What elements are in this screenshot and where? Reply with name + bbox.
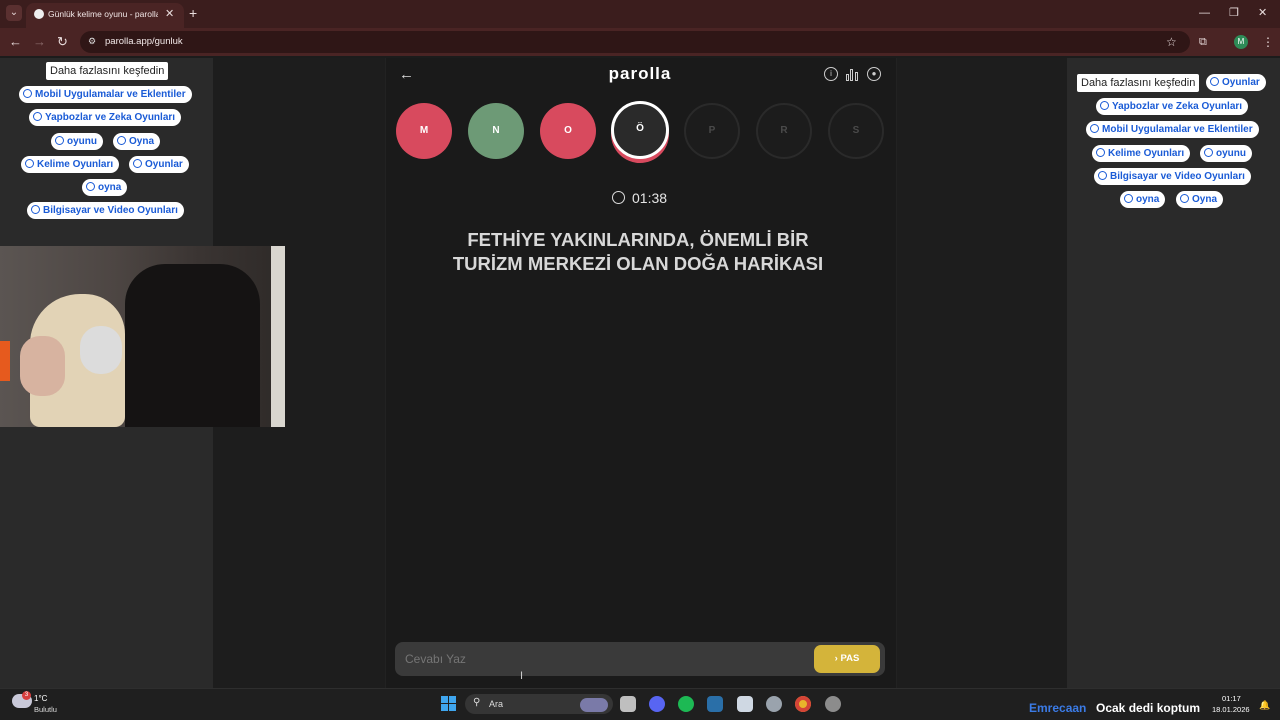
reload-icon[interactable]: ↻: [57, 34, 68, 50]
favicon-icon: [34, 9, 44, 19]
spotify-icon[interactable]: [678, 696, 694, 712]
ad-chip[interactable]: Oyna: [1176, 191, 1224, 208]
discover-more-label: Daha fazlasını keşfedin: [1077, 74, 1200, 92]
ad-chip[interactable]: Kelime Oyunları: [1092, 145, 1191, 162]
plus-circle-icon: [33, 112, 42, 121]
plus-circle-icon: [133, 159, 142, 168]
weather-temp[interactable]: 1°C: [34, 694, 47, 704]
tab-search-button[interactable]: ⌄: [6, 5, 22, 21]
plus-circle-icon: [31, 205, 40, 214]
menu-kebab-icon[interactable]: ⋮: [1262, 35, 1274, 49]
webcam-overlay: [0, 246, 285, 427]
ad-chip[interactable]: Kelime Oyunları: [21, 156, 120, 173]
restore-icon[interactable]: ❐: [1229, 6, 1239, 20]
webcam-face: [20, 336, 65, 396]
letter-circle: S: [828, 103, 884, 159]
forward-icon[interactable]: →: [33, 34, 46, 50]
letter-circle: P: [684, 103, 740, 159]
profile-avatar[interactable]: M: [1234, 35, 1248, 49]
ad-chip[interactable]: oyna: [1120, 191, 1166, 208]
weather-desc[interactable]: Bulutlu: [34, 705, 57, 715]
search-highlight-icon[interactable]: [580, 698, 608, 712]
now-playing-song: Ocak dedi koptum: [1096, 701, 1201, 715]
discover-more-label: Daha fazlasını keşfedin: [46, 62, 169, 80]
ad-chip[interactable]: Oyunlar: [129, 156, 189, 173]
back-arrow-icon[interactable]: ←: [399, 67, 414, 83]
answer-input[interactable]: [405, 652, 785, 666]
clock-time[interactable]: 01:17: [1222, 694, 1241, 704]
ad-chip[interactable]: Yapbozlar ve Zeka Oyunları: [1096, 98, 1249, 115]
ad-chip[interactable]: Yapbozlar ve Zeka Oyunları: [29, 109, 182, 126]
steam-icon[interactable]: [707, 696, 723, 712]
discord-icon[interactable]: [649, 696, 665, 712]
notification-icon[interactable]: 🔔: [1259, 700, 1270, 710]
pass-button[interactable]: › PAS: [814, 645, 880, 673]
windows-start-icon[interactable]: [441, 696, 456, 711]
plus-circle-icon: [1210, 77, 1219, 86]
tab-title: Günlük kelime oyunu - parolla: [48, 9, 158, 19]
letter-circle-current: Ö: [611, 101, 669, 159]
app-icon[interactable]: [737, 696, 753, 712]
plus-circle-icon: [1096, 148, 1105, 157]
plus-circle-icon: [25, 159, 34, 168]
webcam-door: [271, 246, 285, 427]
stats-icon[interactable]: [846, 68, 859, 81]
plus-circle-icon: [1100, 101, 1109, 110]
taskbar-search-label: Ara: [489, 699, 504, 709]
ad-chip[interactable]: Oyunlar: [1206, 74, 1266, 91]
app-icon[interactable]: [825, 696, 841, 712]
url-text[interactable]: parolla.app/gunluk: [105, 36, 183, 48]
timer: 01:38: [632, 190, 668, 206]
letter-circle: M: [396, 103, 452, 159]
webcam-object: [0, 341, 10, 381]
plus-circle-icon: [23, 89, 32, 98]
profile-icon[interactable]: ●: [867, 67, 881, 81]
info-icon[interactable]: i: [824, 67, 838, 81]
letter-circle: O: [540, 103, 596, 159]
plus-circle-icon: [1124, 194, 1133, 203]
clock-icon: [612, 191, 625, 204]
letter-circle: N: [468, 103, 524, 159]
ad-chip[interactable]: Bilgisayar ve Video Oyunları: [1094, 168, 1251, 185]
chevron-right-icon: ›: [834, 653, 838, 664]
webcam-chair: [125, 264, 260, 427]
site-info-icon[interactable]: ⚙: [88, 36, 98, 46]
back-icon[interactable]: ←: [9, 34, 22, 50]
ad-chip[interactable]: Bilgisayar ve Video Oyunları: [27, 202, 184, 219]
plus-circle-icon: [117, 136, 126, 145]
plus-circle-icon: [1180, 194, 1189, 203]
ad-chip[interactable]: oyna: [82, 179, 128, 196]
new-tab-icon[interactable]: +: [189, 5, 197, 21]
now-playing-user: Emrecaan: [1029, 701, 1087, 715]
ad-chip[interactable]: oyunu: [1200, 145, 1252, 162]
app-icon[interactable]: [766, 696, 782, 712]
app-logo: parolla: [608, 64, 672, 83]
bookmark-star-icon[interactable]: ☆: [1166, 35, 1177, 49]
extensions-icon[interactable]: ⧉: [1199, 35, 1207, 49]
plus-circle-icon: [55, 136, 64, 145]
plus-circle-icon: [1090, 124, 1099, 133]
headphone-icon: [80, 326, 122, 374]
address-bar[interactable]: [80, 31, 1190, 53]
text-cursor-icon: I: [520, 670, 524, 682]
letter-circle: R: [756, 103, 812, 159]
window-close-icon[interactable]: ✕: [1258, 6, 1267, 20]
clock-date[interactable]: 18.01.2026: [1212, 705, 1250, 715]
weather-badge: 3: [22, 691, 31, 700]
ad-chip[interactable]: oyunu: [51, 133, 103, 150]
ad-chip[interactable]: Oyna: [113, 133, 161, 150]
ad-chip[interactable]: Mobil Uygulamalar ve Eklentiler: [19, 86, 192, 103]
plus-circle-icon: [1204, 148, 1213, 157]
task-view-icon[interactable]: [620, 696, 636, 712]
tab-close-icon[interactable]: ✕: [165, 7, 174, 21]
taskbar: [0, 688, 1280, 720]
plus-circle-icon: [86, 182, 95, 191]
question-text: FETHİYE YAKINLARINDA, ÖNEMLİ BİR TURİZM …: [452, 229, 824, 274]
minimize-icon[interactable]: —: [1199, 6, 1210, 20]
chrome-icon[interactable]: [795, 696, 811, 712]
ad-chip[interactable]: Mobil Uygulamalar ve Eklentiler: [1086, 121, 1259, 138]
plus-circle-icon: [1098, 171, 1107, 180]
search-icon: ⚲: [473, 697, 481, 708]
